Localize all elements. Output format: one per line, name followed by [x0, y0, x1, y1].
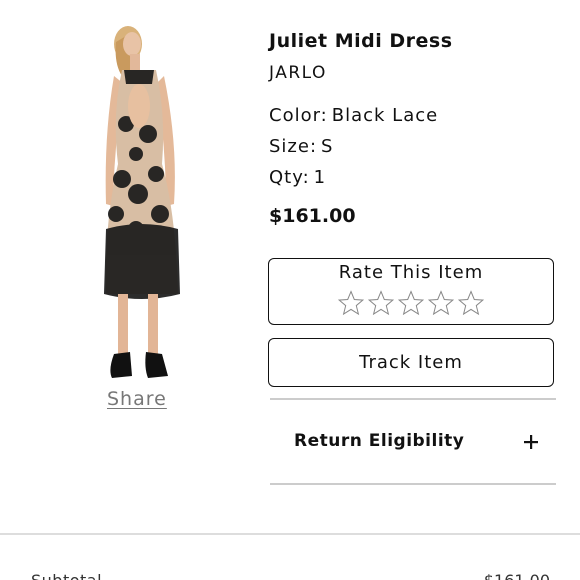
product-price: $161.00 — [269, 205, 356, 227]
return-eligibility-row[interactable]: Return Eligibility — [270, 400, 556, 484]
rate-item-panel: Rate This Item — [268, 258, 554, 325]
divider — [270, 483, 556, 485]
rate-item-title: Rate This Item — [338, 262, 484, 283]
size-label: Size: — [269, 136, 318, 157]
subtotal-row: Subtotal $161.00 — [0, 565, 580, 580]
share-link[interactable]: Share — [107, 388, 167, 410]
product-photo[interactable] — [86, 14, 186, 384]
star-icon-3[interactable] — [398, 290, 424, 316]
subtotal-label: Subtotal — [31, 571, 102, 580]
color-value: Black Lace — [331, 105, 439, 126]
product-attributes: Color: Black Lace Size: S Qty: 1 — [269, 100, 559, 193]
plus-icon[interactable] — [523, 434, 539, 450]
size-attribute: Size: S — [269, 131, 559, 162]
star-icon-5[interactable] — [458, 290, 484, 316]
order-item-page: Share Juliet Midi Dress JARLO Color: Blac… — [0, 0, 580, 580]
subtotal-value: $161.00 — [484, 571, 550, 580]
star-icon-4[interactable] — [428, 290, 454, 316]
star-icon-2[interactable] — [368, 290, 394, 316]
product-brand: JARLO — [269, 63, 327, 83]
star-rating — [269, 290, 553, 316]
return-eligibility-label: Return Eligibility — [294, 431, 465, 451]
track-item-button[interactable]: Track Item — [268, 338, 554, 387]
qty-attribute: Qty: 1 — [269, 162, 559, 193]
color-attribute: Color: Black Lace — [269, 100, 559, 131]
color-label: Color: — [269, 105, 328, 126]
size-value: S — [321, 136, 334, 157]
qty-label: Qty: — [269, 167, 310, 188]
star-icon-1[interactable] — [338, 290, 364, 316]
product-details: Juliet Midi Dress JARLO Color: Black Lace… — [269, 30, 559, 235]
qty-value: 1 — [313, 167, 327, 188]
product-title: Juliet Midi Dress — [269, 30, 453, 52]
divider — [0, 533, 580, 535]
